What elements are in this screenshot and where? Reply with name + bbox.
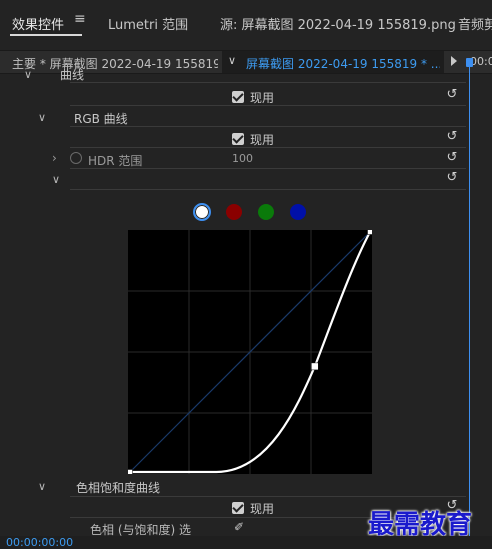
master-clip-label[interactable]: 主要 * 屏幕截图 2022-04-19 155819... — [12, 55, 218, 72]
row-divider — [70, 147, 466, 148]
chevron-down-icon: ∨ — [228, 54, 237, 67]
stopwatch-icon[interactable] — [70, 152, 82, 164]
channel-red-button[interactable] — [226, 204, 242, 220]
active-tab-underline — [10, 34, 82, 36]
row-divider — [70, 168, 466, 169]
curve-graph[interactable] — [127, 229, 373, 475]
row-divider — [70, 126, 466, 127]
chevron-down-icon[interactable]: ∨ — [24, 68, 32, 81]
chevron-down-icon[interactable]: ∨ — [52, 173, 60, 186]
enabled-label: 现用 — [250, 91, 275, 105]
chevron-right-icon[interactable]: › — [52, 151, 57, 165]
reset-icon[interactable]: ↺ — [444, 171, 460, 185]
playhead-line — [469, 66, 470, 536]
enabled-label: 现用 — [250, 502, 275, 516]
footer-bar: 00:00:00:00 — [0, 536, 492, 549]
panel-tab-bar: 效果控件 ≡ Lumetri 范围 源: 屏幕截图 2022-04-19 155… — [0, 0, 492, 44]
tab-audio-clip-mixer[interactable]: 音频剪 — [458, 14, 492, 33]
enabled-checkbox-hue-sat[interactable] — [232, 502, 244, 514]
curve-control-point[interactable] — [367, 229, 373, 235]
chevron-down-icon[interactable]: ∨ — [38, 480, 46, 493]
tab-source[interactable]: 源: 屏幕截图 2022-04-19 155819.png — [220, 14, 456, 33]
row-divider — [70, 82, 466, 83]
enabled-label: 现用 — [250, 133, 275, 147]
timecode-display[interactable]: 00:00:00:00 — [6, 536, 73, 549]
channel-white-button[interactable] — [193, 203, 211, 221]
row-divider — [70, 496, 466, 497]
play-arrow-icon[interactable] — [451, 56, 457, 66]
curve-control-point[interactable] — [311, 362, 319, 371]
hdr-range-value[interactable]: 100 — [232, 152, 253, 165]
reset-icon[interactable]: ↺ — [444, 130, 460, 144]
tab-effect-controls[interactable]: 效果控件 — [12, 14, 64, 33]
reset-icon[interactable]: ↺ — [444, 88, 460, 102]
enabled-checkbox-curves[interactable] — [232, 91, 244, 103]
eyedropper-icon[interactable]: ✐ — [234, 520, 244, 534]
timeline-time-label: 00:0 — [470, 55, 492, 68]
hamburger-menu-icon[interactable]: ≡ — [74, 11, 86, 27]
enabled-checkbox-rgb[interactable] — [232, 133, 244, 145]
row-divider — [70, 105, 466, 106]
rgb-curve-editor[interactable] — [127, 229, 373, 475]
reset-icon[interactable]: ↺ — [444, 151, 460, 165]
clip-dropdown[interactable]: ∨ 屏幕截图 2022-04-19 155819 * ... — [222, 51, 444, 73]
curves-section-title: 曲线 — [60, 68, 85, 82]
channel-blue-button[interactable] — [290, 204, 306, 220]
chevron-down-icon[interactable]: ∨ — [38, 111, 46, 124]
tab-lumetri-scopes[interactable]: Lumetri 范围 — [108, 14, 188, 33]
channel-green-button[interactable] — [258, 204, 274, 220]
rgb-curves-label: RGB 曲线 — [74, 112, 128, 126]
hdr-range-label: HDR 范围 — [88, 154, 143, 168]
curve-control-point[interactable] — [127, 469, 133, 475]
row-divider — [70, 189, 466, 190]
clip-dropdown-label: 屏幕截图 2022-04-19 155819 * ... — [246, 57, 440, 71]
hue-saturation-curves-label: 色相饱和度曲线 — [76, 481, 161, 495]
